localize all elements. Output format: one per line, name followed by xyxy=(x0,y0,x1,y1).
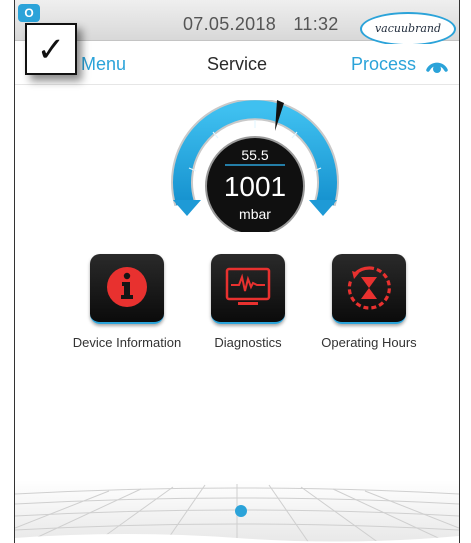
gauge-left-marker xyxy=(173,200,201,216)
operating-hours-button[interactable] xyxy=(332,254,406,324)
gauge-unit: mbar xyxy=(239,206,271,222)
time-text: 11:32 xyxy=(293,14,339,34)
diagnostics-monitor-icon xyxy=(225,267,271,305)
datetime: 07.05.2018 11:32 xyxy=(183,14,339,35)
date-text: 07.05.2018 xyxy=(183,14,277,34)
nav-bar: Menu Service Process xyxy=(15,44,459,85)
device-information-label: Device Information xyxy=(72,335,182,350)
status-bar: O 07.05.2018 11:32 vacuubrand xyxy=(15,0,459,46)
gauge-right-marker xyxy=(309,200,337,216)
diagnostics-button[interactable] xyxy=(211,254,285,324)
info-icon xyxy=(107,267,147,307)
gauge-setpoint: 55.5 xyxy=(241,147,269,163)
device-screen: O 07.05.2018 11:32 vacuubrand Menu Servi… xyxy=(14,0,460,543)
app-badge[interactable]: O xyxy=(18,4,40,22)
operating-hours-label: Operating Hours xyxy=(321,335,417,350)
device-information-button[interactable] xyxy=(90,254,164,324)
diagnostics-label: Diagnostics xyxy=(214,335,282,350)
process-label: Process xyxy=(350,54,416,74)
operating-hours-tile[interactable]: Operating Hours xyxy=(299,254,439,351)
checkbox-overlay[interactable]: ✓ xyxy=(25,23,77,75)
process-signal-icon xyxy=(426,62,448,73)
brand-logo: vacuubrand xyxy=(360,12,456,46)
gauge-value: 1001 xyxy=(223,171,287,202)
process-button[interactable]: Process xyxy=(351,54,449,75)
diagnostics-tile[interactable]: Diagnostics xyxy=(178,254,318,351)
hourglass-clock-icon xyxy=(347,266,391,310)
device-information-tile[interactable]: Device Information xyxy=(57,254,197,351)
page-indicator-dot[interactable] xyxy=(235,505,247,517)
